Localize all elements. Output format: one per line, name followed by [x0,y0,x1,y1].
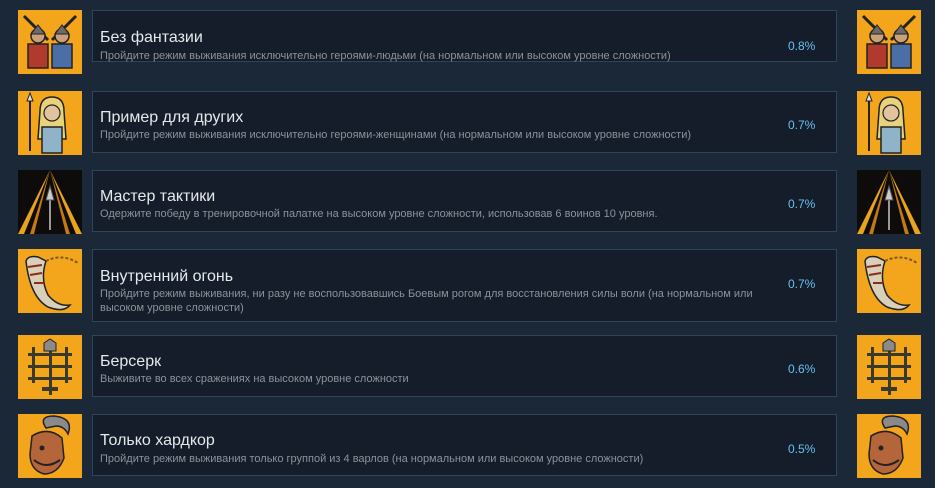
achievement-card[interactable]: Без фантазии Пройдите режим выживания ис… [92,10,837,62]
achievement-title: Внутренний огонь [100,268,234,285]
achievement-title: Пример для других [100,109,244,126]
achievement-card[interactable]: Берсерк Выживите во всех сражениях на вы… [92,335,837,397]
achievement-title: Только хардкор [100,432,215,449]
achievement-description: Выживите во всех сражениях на высоком ур… [100,373,409,385]
unlock-percentage: 0.8% [788,39,816,53]
two-warriors-icon [857,10,921,74]
achievement-description: Пройдите режим выживания исключительно г… [100,50,671,62]
achievement-description: Одержите победу в тренировочной палатке … [100,208,658,220]
horned-varl-icon [18,414,82,478]
achievement-description: Пройдите режим выживания только группой … [100,453,644,465]
achievement-card[interactable]: Мастер тактики Одержите победу в трениро… [92,170,837,232]
achievement-card[interactable]: Только хардкор Пройдите режим выживания … [92,414,837,476]
axe-rack-icon [857,335,921,399]
unlock-percentage: 0.7% [788,197,816,211]
achievement-title: Мастер тактики [100,188,216,205]
achievement-card[interactable]: Пример для других Пройдите режим выживан… [92,91,837,153]
achievement-title: Берсерк [100,353,162,370]
two-warriors-icon [18,10,82,74]
spear-tent-icon [18,170,82,234]
achievement-title: Без фантазии [100,29,203,46]
axe-rack-icon [18,335,82,399]
unlock-percentage: 0.7% [788,118,816,132]
achievement-card[interactable]: Внутренний огонь Пройдите режим выживани… [92,249,837,322]
unlock-percentage: 0.7% [788,277,816,291]
unlock-percentage: 0.6% [788,362,816,376]
achievement-description: Пройдите режим выживания, ни разу не вос… [100,288,753,314]
achievement-description: Пройдите режим выживания исключительно г… [100,129,692,141]
spear-tent-icon [857,170,921,234]
shieldmaiden-icon [857,91,921,155]
unlock-percentage: 0.5% [788,442,816,456]
horned-varl-icon [857,414,921,478]
shieldmaiden-icon [18,91,82,155]
war-horn-icon [857,249,921,313]
war-horn-icon [18,249,82,313]
